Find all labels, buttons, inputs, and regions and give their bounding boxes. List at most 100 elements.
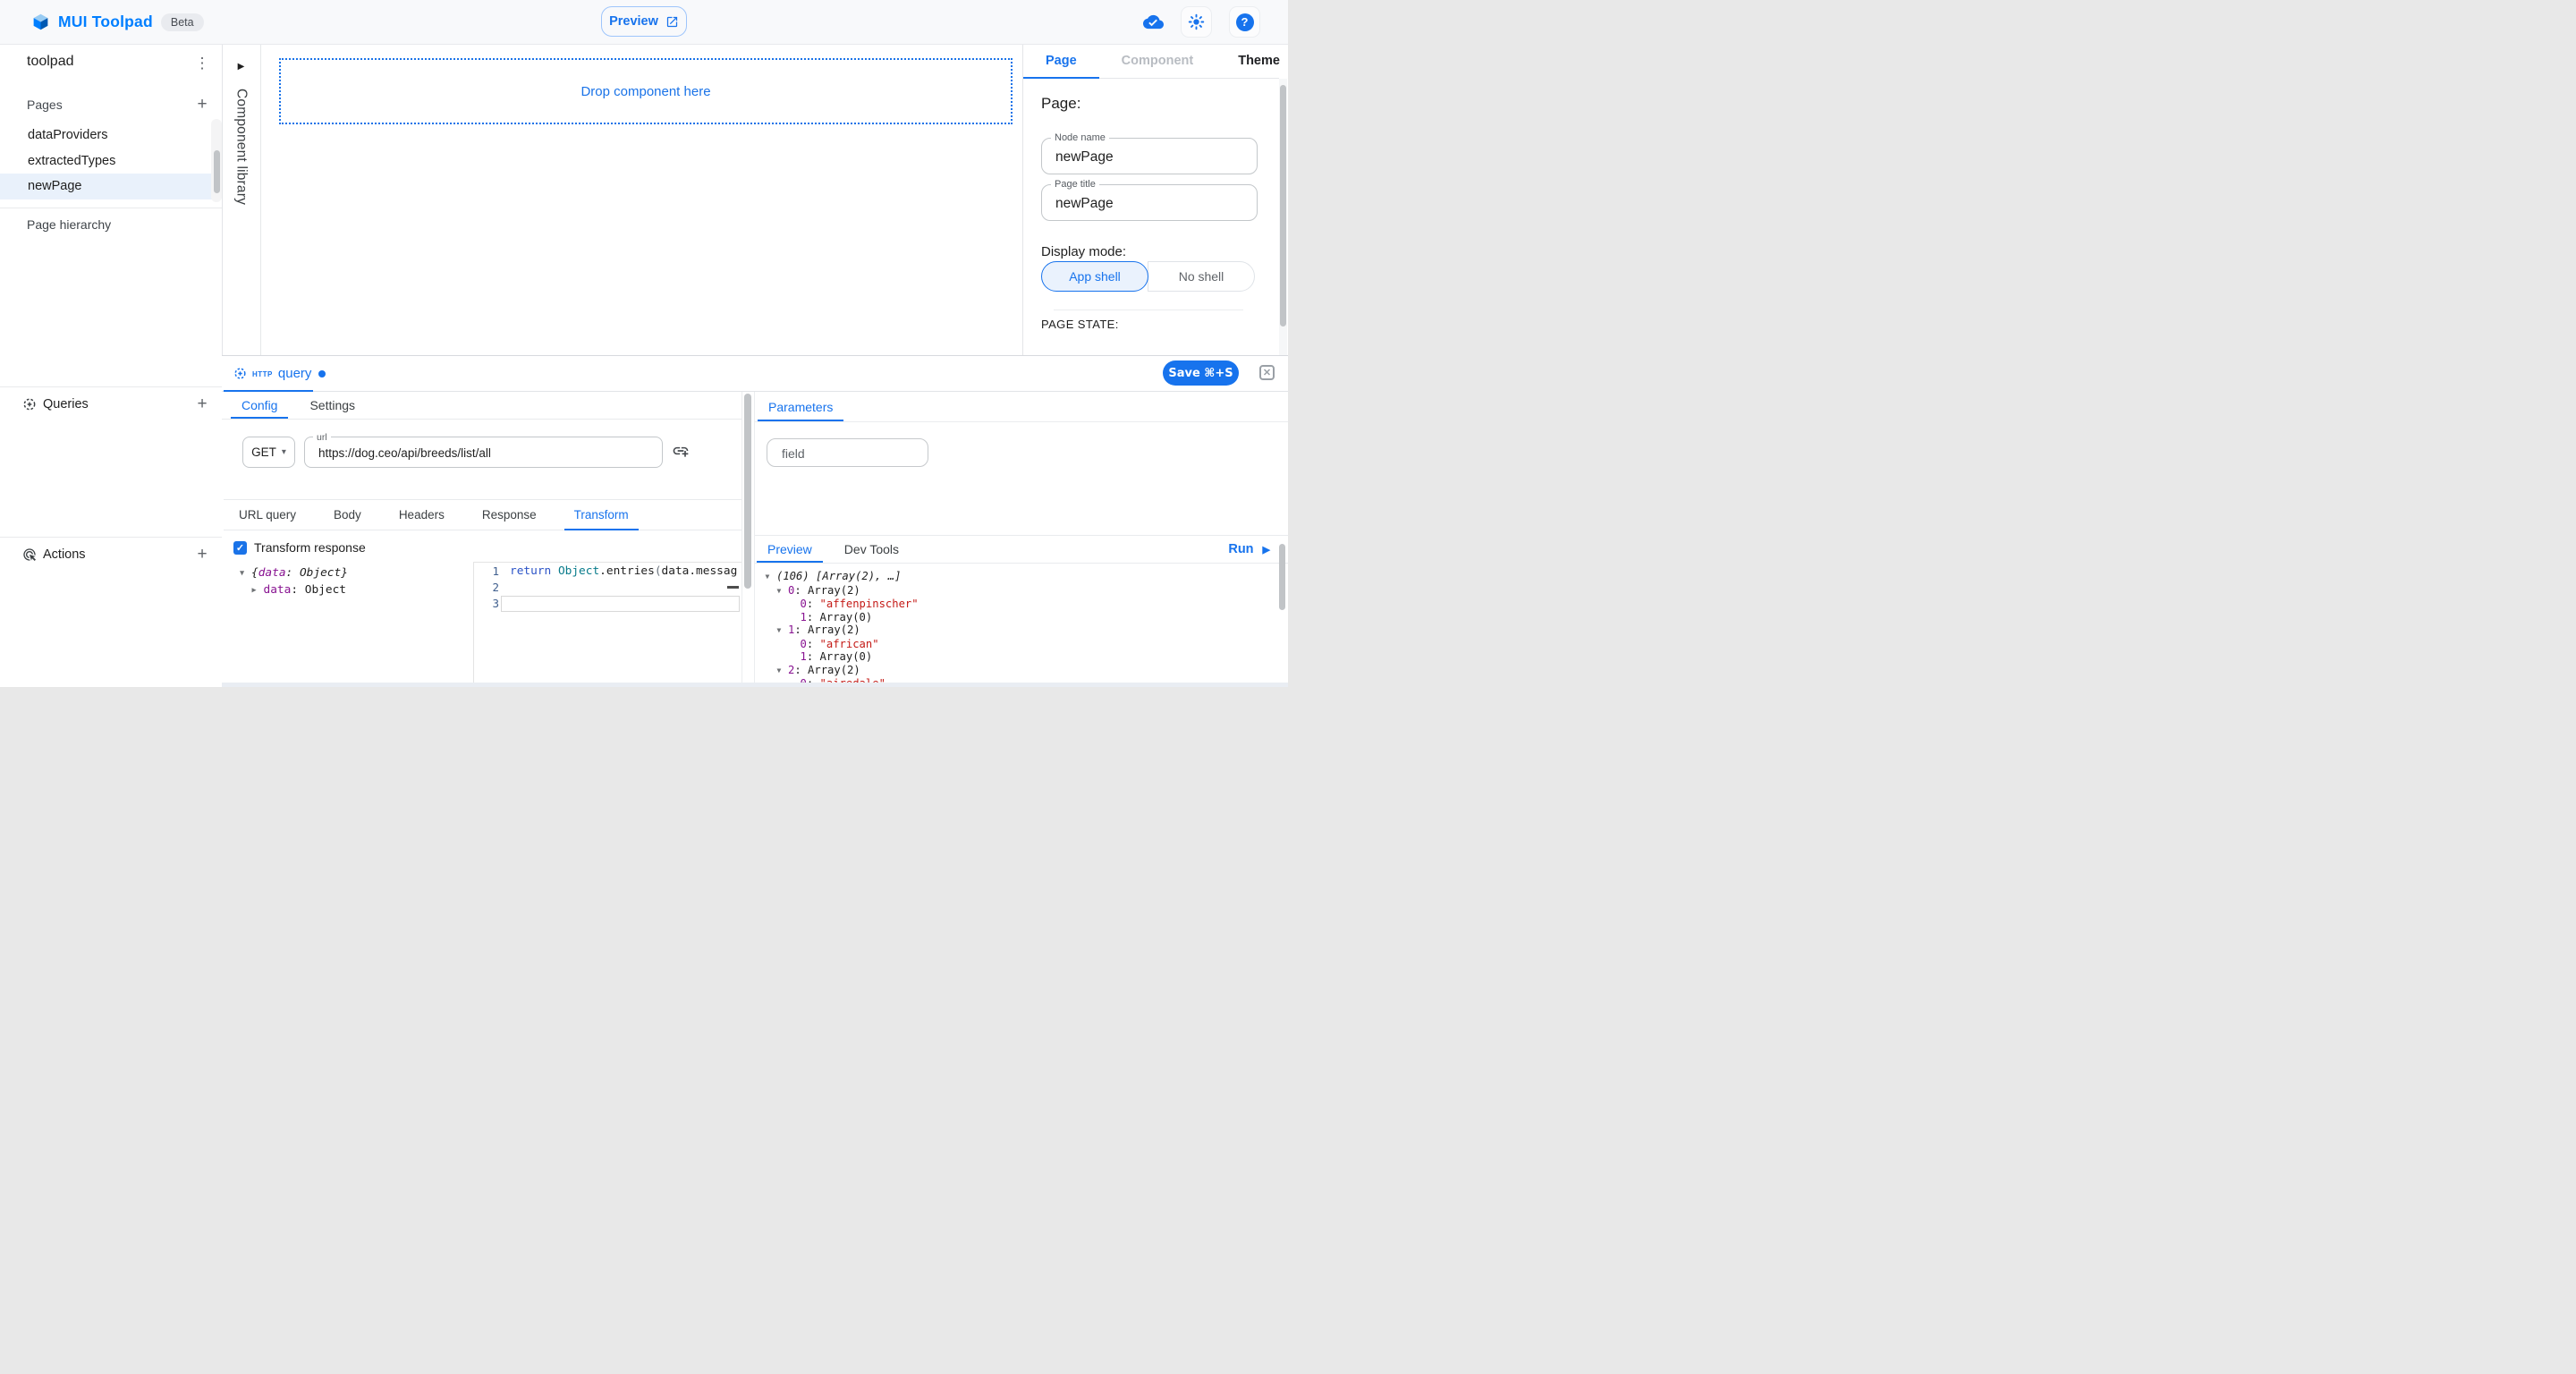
tab-response[interactable]: Response xyxy=(472,500,547,530)
query-editor-panel: HTTP query Save ⌘+S ✕ Config Settings GET… xyxy=(222,355,1288,687)
page-title-field[interactable]: Page title xyxy=(1041,184,1258,221)
tree-row[interactable]: ▼2: Array(2) xyxy=(755,664,1277,678)
display-mode-no-shell[interactable]: No shell xyxy=(1148,261,1255,292)
query-result-area: Parameters PreviewDev Tools Run ▶ ▼(106)… xyxy=(755,392,1288,687)
parameter-name-input[interactable] xyxy=(780,439,918,468)
page-title-input[interactable] xyxy=(1054,185,1245,222)
tab-preview[interactable]: Preview xyxy=(757,536,823,563)
bottom-edge-strip xyxy=(222,683,1288,687)
expand-arrow-icon[interactable]: ▶ xyxy=(222,62,260,72)
page-name-label: extractedTypes xyxy=(28,154,115,168)
run-button[interactable]: Run ▶ xyxy=(1228,536,1270,563)
tree-segment: Array(2) xyxy=(808,623,860,636)
tree-segment: (106) [Array(2), …] xyxy=(776,570,901,582)
node-name-field[interactable]: Node name xyxy=(1041,138,1258,174)
preview-devtools-tabs: Preview Dev Tools xyxy=(755,536,1288,564)
tree-segment: Array(2) xyxy=(808,664,860,676)
add-query-button[interactable]: + xyxy=(192,394,212,414)
tree-segment: : xyxy=(807,611,820,623)
tab-config[interactable]: Config xyxy=(231,392,288,419)
component-library-label[interactable]: Component library xyxy=(233,89,250,205)
add-action-button[interactable]: + xyxy=(192,545,212,564)
pages-scrollbar-thumb[interactable] xyxy=(214,150,220,193)
http-method-select[interactable]: GET ▾ xyxy=(242,437,295,468)
code-line[interactable]: 1return Object.entries(data.messag xyxy=(474,563,741,579)
sidebar-item-dataproviders[interactable]: dataProviders xyxy=(0,123,213,148)
parameter-name-field[interactable] xyxy=(767,438,928,467)
page-hierarchy-row[interactable]: Page hierarchy xyxy=(0,214,222,235)
queries-header-label: Queries xyxy=(43,397,89,411)
tree-row[interactable]: 0: "affenpinscher" xyxy=(755,598,1277,611)
tree-expand-arrow-icon[interactable]: ▼ xyxy=(777,624,789,638)
project-menu-kebab-icon[interactable]: ⋮ xyxy=(193,53,211,74)
tree-expand-arrow-icon[interactable]: ▶ xyxy=(252,582,264,599)
tree-row[interactable]: ▼{data: Object} xyxy=(222,565,472,582)
tree-expand-arrow-icon[interactable]: ▼ xyxy=(777,665,789,678)
query-output-tree: ▼(106) [Array(2), …]▼0: Array(2)0: "affe… xyxy=(755,563,1277,687)
transform-response-toggle[interactable]: ✓ Transform response xyxy=(233,540,366,555)
display-mode-app-shell[interactable]: App shell xyxy=(1041,261,1148,292)
tab-body[interactable]: Body xyxy=(324,500,371,530)
save-button[interactable]: Save ⌘+S xyxy=(1163,360,1239,386)
tab-page[interactable]: Page xyxy=(1023,44,1099,78)
queries-section-header: Queries + xyxy=(0,394,222,415)
query-editor-header: HTTP query Save ⌘+S ✕ xyxy=(222,356,1288,392)
drop-component-zone[interactable]: Drop component here xyxy=(279,58,1013,124)
code-line[interactable]: 2 xyxy=(474,579,741,595)
tree-row[interactable]: ▶data: Object xyxy=(222,582,472,599)
url-input[interactable] xyxy=(317,437,656,469)
sidebar-item-newpage[interactable]: newPage xyxy=(0,174,213,199)
tree-expand-arrow-icon[interactable]: ▼ xyxy=(766,571,777,584)
tree-expand-arrow-icon[interactable]: ▼ xyxy=(240,565,251,582)
node-name-input[interactable] xyxy=(1054,139,1245,175)
theme-toggle-button[interactable] xyxy=(1181,6,1212,38)
parameters-tabs: Parameters xyxy=(755,392,1288,422)
help-button[interactable]: ? xyxy=(1229,6,1260,38)
tree-segment: 1 xyxy=(801,650,807,663)
tab-dev-tools[interactable]: Dev Tools xyxy=(834,536,910,563)
tree-segment: 1 xyxy=(801,611,807,623)
sidebar-item-extractedtypes[interactable]: extractedTypes xyxy=(0,148,213,174)
page-state-label: PAGE STATE: xyxy=(1041,318,1119,331)
tree-segment: : xyxy=(794,623,808,636)
actions-header-label: Actions xyxy=(43,547,86,562)
code-line[interactable]: 3 xyxy=(474,596,741,612)
tab-theme[interactable]: Theme xyxy=(1216,44,1288,78)
tab-transform[interactable]: Transform xyxy=(564,500,639,530)
tab-parameters[interactable]: Parameters xyxy=(758,392,843,421)
inspector-tabs: PageComponentTheme xyxy=(1023,44,1279,79)
help-icon: ? xyxy=(1236,13,1254,31)
tree-row[interactable]: ▼(106) [Array(2), …] xyxy=(755,570,1277,584)
tab-headers[interactable]: Headers xyxy=(389,500,454,530)
preview-button[interactable]: Preview xyxy=(601,6,687,37)
beta-badge: Beta xyxy=(161,13,204,31)
add-page-button[interactable]: + xyxy=(192,95,212,114)
close-panel-button[interactable]: ✕ xyxy=(1259,365,1275,380)
tree-row[interactable]: 1: Array(0) xyxy=(755,650,1277,664)
inspector-scrollbar-thumb[interactable] xyxy=(1280,85,1286,327)
tree-row[interactable]: ▼1: Array(2) xyxy=(755,623,1277,638)
query-panel-scrollbar-thumb[interactable] xyxy=(744,394,751,589)
tree-segment: data xyxy=(258,566,286,580)
tree-row[interactable]: ▼0: Array(2) xyxy=(755,584,1277,598)
tab-settings[interactable]: Settings xyxy=(299,392,366,419)
output-scrollbar-thumb[interactable] xyxy=(1279,544,1285,610)
cloud-done-icon[interactable] xyxy=(1143,12,1164,32)
query-tab[interactable]: HTTP query xyxy=(222,356,342,391)
tree-segment: : xyxy=(807,598,820,610)
line-number: 2 xyxy=(474,581,510,594)
add-binding-icon[interactable] xyxy=(672,442,690,460)
url-field[interactable]: url xyxy=(304,437,663,468)
tree-expand-arrow-icon[interactable]: ▼ xyxy=(777,585,789,598)
tree-segment: : xyxy=(291,583,304,597)
tab-component[interactable]: Component xyxy=(1099,44,1216,78)
pages-scrollbar-track[interactable] xyxy=(211,119,222,202)
query-panel-scrollbar-track[interactable] xyxy=(741,392,755,687)
checkbox-checked-icon[interactable]: ✓ xyxy=(233,541,247,555)
editor-overflow-dash xyxy=(727,586,739,589)
tree-row[interactable]: 1: Array(0) xyxy=(755,611,1277,624)
tree-row[interactable]: 0: "african" xyxy=(755,638,1277,651)
tab-url-query[interactable]: URL query xyxy=(229,500,306,530)
tree-segment: : xyxy=(794,664,808,676)
transform-code-editor[interactable]: 1return Object.entries(data.messag 2 3 xyxy=(473,562,741,683)
